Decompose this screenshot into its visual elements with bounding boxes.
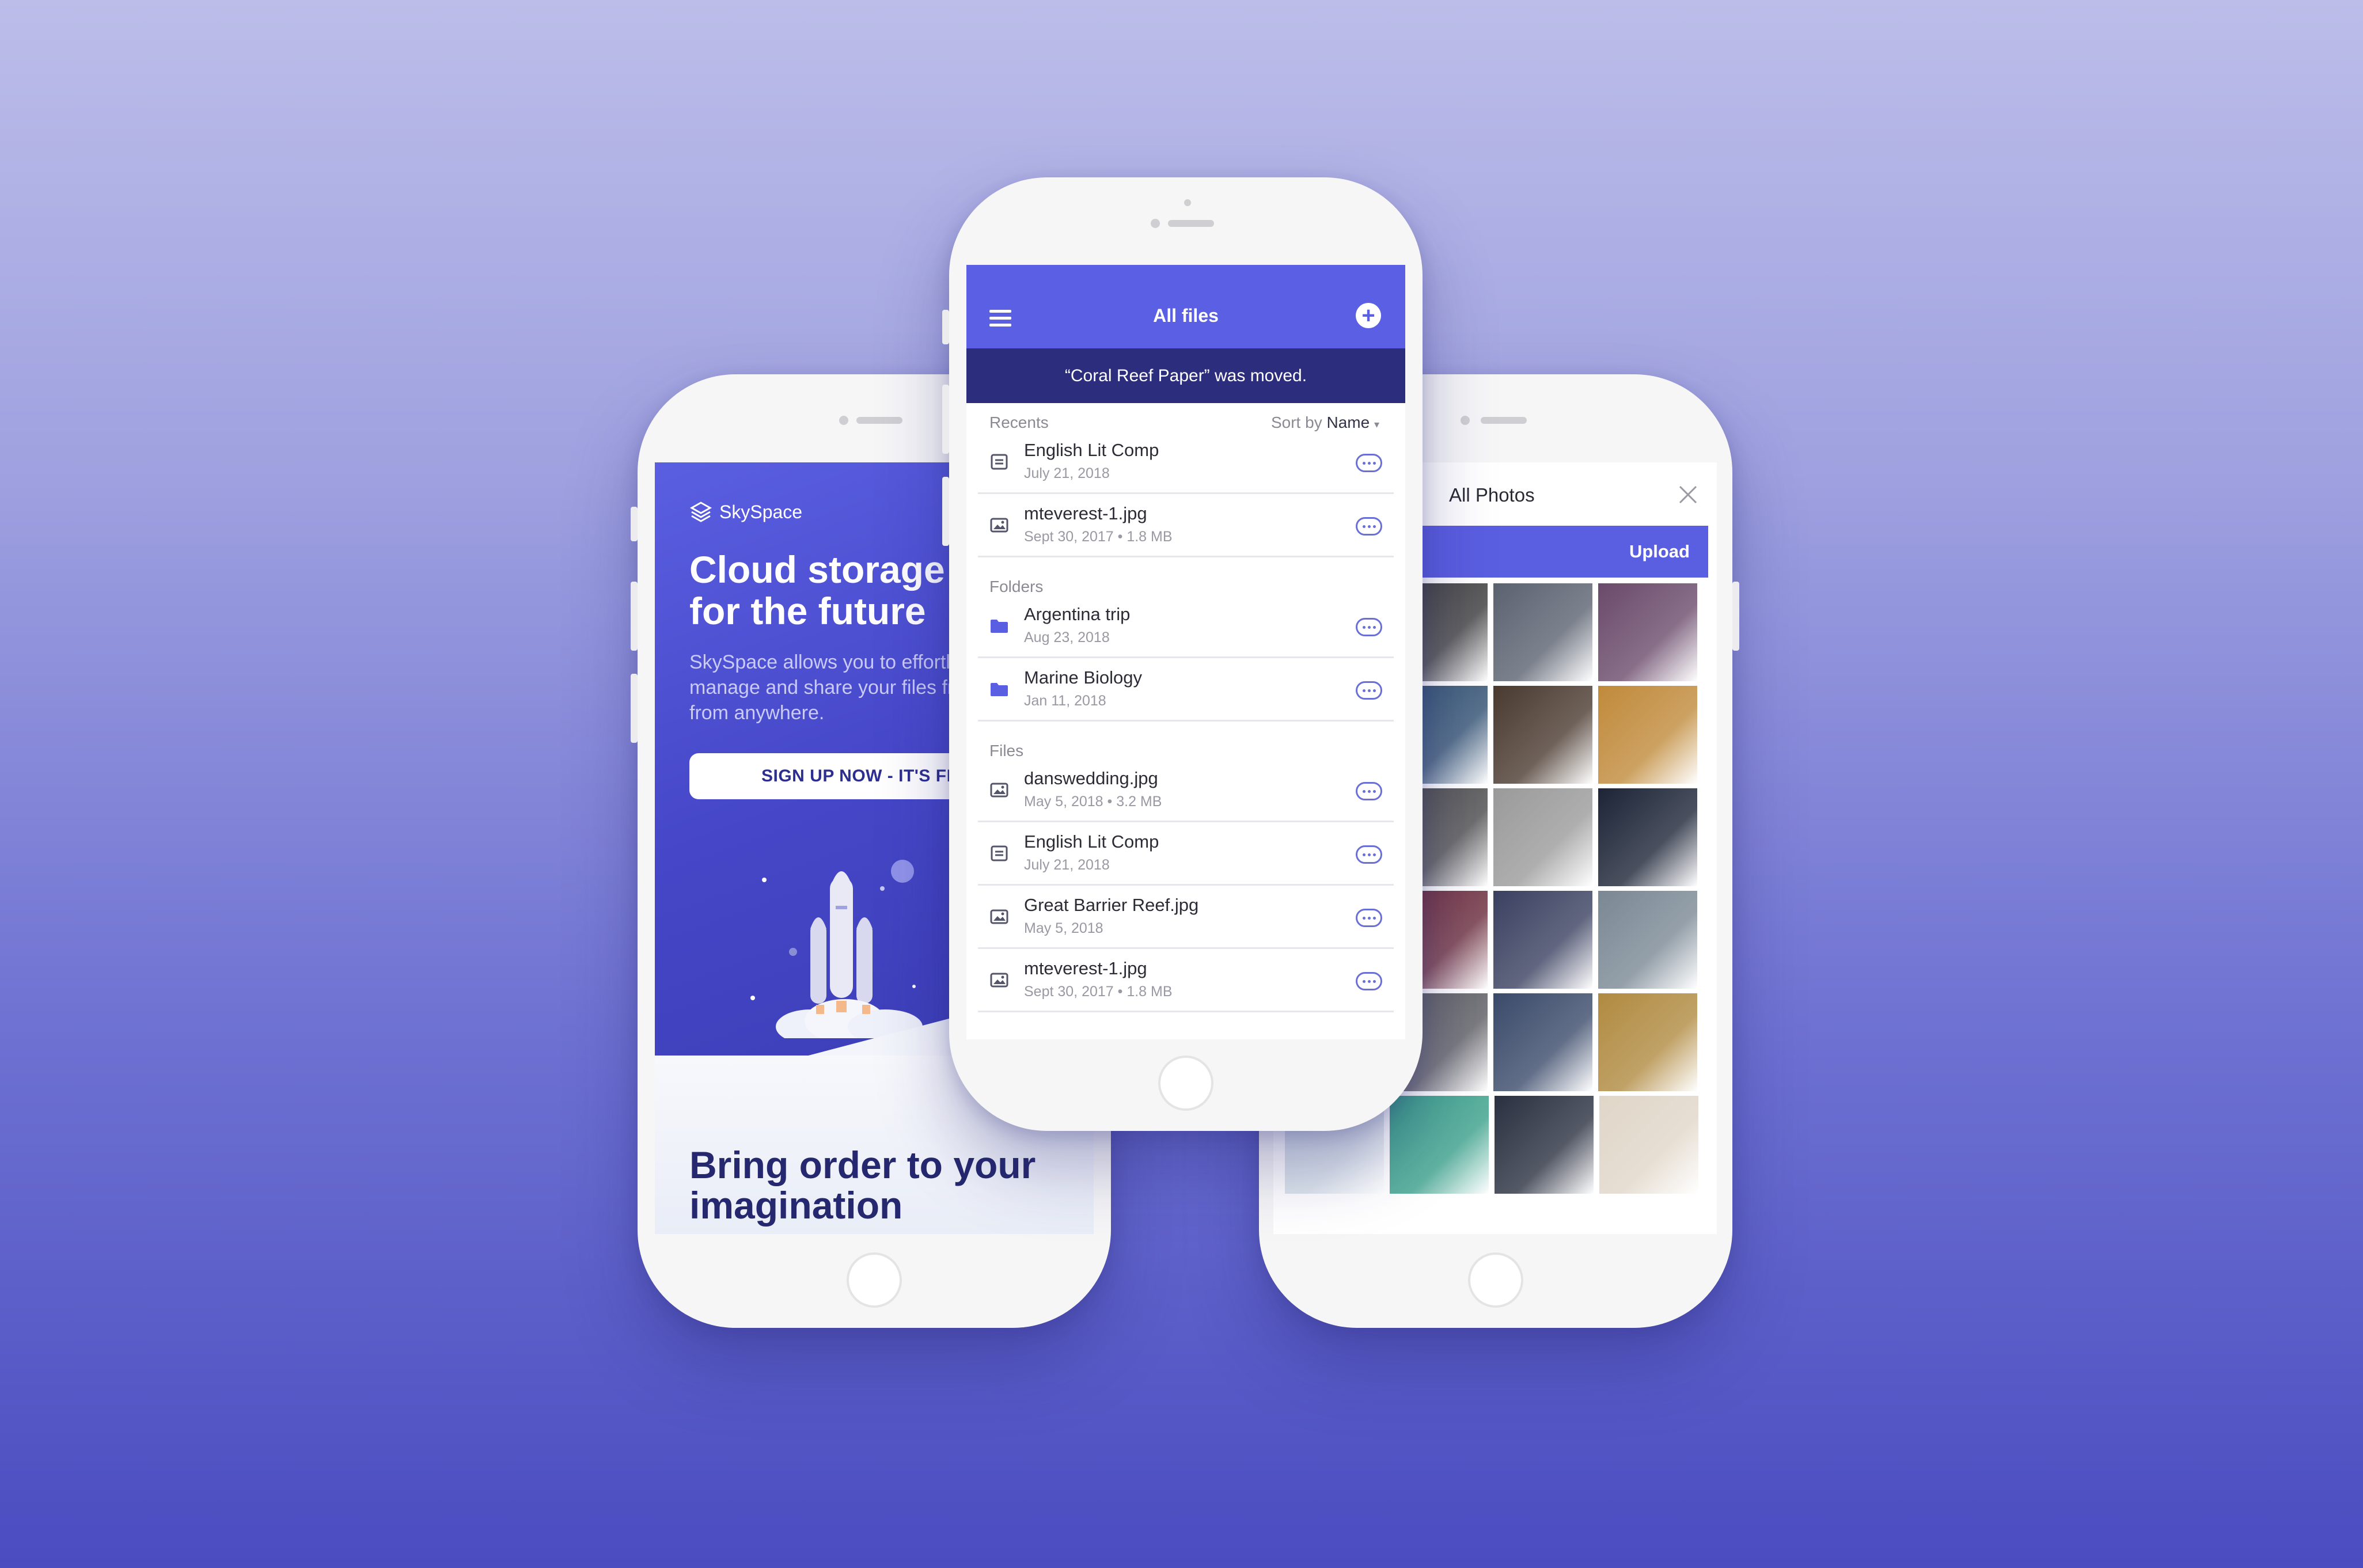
file-name: English Lit Comp xyxy=(1024,832,1159,852)
file-name: mteverest-1.jpg xyxy=(1024,958,1147,978)
photo-thumbnail[interactable] xyxy=(1598,686,1697,784)
more-options-icon[interactable] xyxy=(1356,972,1382,990)
file-row[interactable]: Great Barrier Reef.jpg May 5, 2018 xyxy=(978,887,1394,949)
sort-label: Sort by xyxy=(1270,413,1322,431)
photo-thumbnail[interactable] xyxy=(1493,891,1592,989)
image-icon xyxy=(989,782,1009,798)
image-icon xyxy=(989,909,1009,925)
front-camera-sensor xyxy=(1151,219,1160,228)
more-options-icon[interactable] xyxy=(1356,517,1382,536)
brand-name: SkySpace xyxy=(719,501,803,522)
more-options-icon[interactable] xyxy=(1356,909,1382,927)
photo-thumbnail[interactable] xyxy=(1599,1096,1698,1194)
file-meta: Aug 23, 2018 xyxy=(1024,629,1110,646)
folder-icon xyxy=(989,681,1009,697)
side-button xyxy=(942,310,949,344)
file-meta: July 21, 2018 xyxy=(1024,857,1110,873)
page-title: All files xyxy=(1153,305,1219,326)
side-button xyxy=(942,385,949,454)
home-button[interactable] xyxy=(1158,1056,1213,1111)
speaker xyxy=(1168,220,1214,227)
photo-thumbnail[interactable] xyxy=(1598,583,1697,681)
bottom-headline: Bring order to your imagination xyxy=(689,1144,1036,1227)
section-label-recents: Recents xyxy=(989,413,1049,431)
close-icon[interactable] xyxy=(1677,483,1700,506)
image-icon xyxy=(989,517,1009,533)
more-options-icon[interactable] xyxy=(1356,845,1382,864)
photo-thumbnail[interactable] xyxy=(1390,1096,1489,1194)
caret-down-icon: ▾ xyxy=(1374,419,1379,430)
file-row[interactable]: danswedding.jpg May 5, 2018 • 3.2 MB xyxy=(978,760,1394,822)
photo-thumbnail[interactable] xyxy=(1495,1096,1594,1194)
toast-notification: “Coral Reef Paper” was moved. xyxy=(966,348,1405,403)
more-options-icon[interactable] xyxy=(1356,782,1382,800)
photo-thumbnail[interactable] xyxy=(1493,686,1592,784)
file-row[interactable]: mteverest-1.jpg Sept 30, 2017 • 1.8 MB xyxy=(978,495,1394,557)
file-meta: Jan 11, 2018 xyxy=(1024,693,1106,709)
side-button xyxy=(631,507,638,541)
phone-center: All files + “Coral Reef Paper” was moved… xyxy=(942,177,1423,1131)
file-name: Argentina trip xyxy=(1024,604,1131,624)
side-button xyxy=(942,477,949,546)
speaker xyxy=(856,417,902,424)
side-button xyxy=(631,582,638,651)
document-icon xyxy=(989,454,1009,470)
file-name: mteverest-1.jpg xyxy=(1024,503,1147,523)
skyspace-logo-icon xyxy=(689,502,712,522)
hero-headline: Cloud storage for the future xyxy=(689,548,945,632)
side-button xyxy=(631,674,638,743)
speaker xyxy=(1481,417,1527,424)
photo-thumbnail[interactable] xyxy=(1598,788,1697,886)
brand-logo: SkySpace xyxy=(689,500,802,523)
front-camera xyxy=(1184,199,1191,206)
photo-thumbnail[interactable] xyxy=(1493,583,1592,681)
folder-icon xyxy=(989,618,1009,634)
app-bar: All files + xyxy=(966,265,1405,348)
file-meta: May 5, 2018 • 3.2 MB xyxy=(1024,794,1162,810)
photos-title: All Photos xyxy=(1449,484,1535,506)
file-name: Great Barrier Reef.jpg xyxy=(1024,895,1199,915)
file-row[interactable]: Argentina trip Aug 23, 2018 xyxy=(978,596,1394,658)
file-meta: Sept 30, 2017 • 1.8 MB xyxy=(1024,984,1173,1000)
file-row[interactable]: Marine Biology Jan 11, 2018 xyxy=(978,659,1394,722)
add-icon[interactable]: + xyxy=(1356,303,1381,328)
file-name: Marine Biology xyxy=(1024,667,1143,688)
front-camera xyxy=(839,416,848,425)
section-label-folders: Folders xyxy=(989,578,1044,595)
side-button xyxy=(1732,582,1739,651)
file-meta: May 5, 2018 xyxy=(1024,920,1103,936)
sort-dropdown[interactable]: Sort by Name ▾ xyxy=(1271,413,1379,432)
file-name: danswedding.jpg xyxy=(1024,768,1158,788)
photo-thumbnail[interactable] xyxy=(1598,891,1697,989)
file-row[interactable]: English Lit Comp July 21, 2018 xyxy=(978,823,1394,886)
file-row[interactable]: mteverest-1.jpg Sept 30, 2017 • 1.8 MB xyxy=(978,950,1394,1012)
image-icon xyxy=(989,972,1009,988)
photo-thumbnail[interactable] xyxy=(1493,788,1592,886)
file-meta: July 21, 2018 xyxy=(1024,465,1110,481)
home-button[interactable] xyxy=(1468,1252,1523,1308)
photo-thumbnail[interactable] xyxy=(1493,993,1592,1091)
more-options-icon[interactable] xyxy=(1356,454,1382,472)
file-name: English Lit Comp xyxy=(1024,440,1159,460)
sort-value: Name xyxy=(1326,413,1370,431)
more-options-icon[interactable] xyxy=(1356,681,1382,700)
file-meta: Sept 30, 2017 • 1.8 MB xyxy=(1024,529,1173,545)
section-label-files: Files xyxy=(989,742,1024,760)
front-camera xyxy=(1461,416,1470,425)
file-row[interactable]: English Lit Comp July 21, 2018 xyxy=(978,432,1394,494)
document-icon xyxy=(989,845,1009,861)
home-button[interactable] xyxy=(847,1252,902,1308)
photo-thumbnail[interactable] xyxy=(1598,993,1697,1091)
files-screen: All files + “Coral Reef Paper” was moved… xyxy=(966,265,1405,1039)
more-options-icon[interactable] xyxy=(1356,618,1382,636)
